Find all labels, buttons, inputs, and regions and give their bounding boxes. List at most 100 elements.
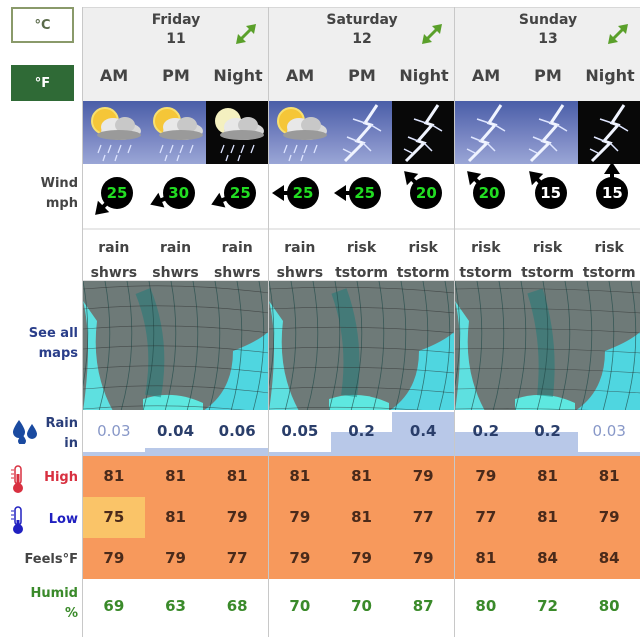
forecast-map-image <box>455 281 640 410</box>
rain-value: 0.06 <box>218 422 256 440</box>
wind-cell: 25 <box>269 164 331 228</box>
rain-cell: 0.2 <box>330 410 393 456</box>
expand-day-icon[interactable] <box>234 22 258 46</box>
wind-speed-badge: 20 <box>473 177 505 209</box>
rain-label-text: Rain <box>45 416 79 431</box>
rain-row: 0.03 0.04 0.06 <box>83 410 269 456</box>
humid-label: Humid % <box>31 584 78 624</box>
condition-line1: risk <box>346 240 377 256</box>
day-column: Sunday 13 AM PM Night 20 15 15 risk tstorm risk tst… <box>454 7 640 637</box>
humidity-row: 70 70 87 <box>269 579 454 635</box>
rain-amount-bar <box>206 448 269 456</box>
wind-cell: 15 <box>517 164 579 228</box>
rain-value: 0.2 <box>348 422 375 440</box>
forecast-map[interactable] <box>269 280 454 410</box>
low-temp-value: 81 <box>351 508 372 526</box>
period-labels: AM PM Night <box>269 66 455 85</box>
condition-text: rain shwrs <box>206 230 268 281</box>
condition-text: rain shwrs <box>145 230 207 281</box>
low-temp-row: 75 81 79 <box>83 497 268 538</box>
low-temp-value: 79 <box>598 508 620 526</box>
lightning-icon <box>404 104 443 163</box>
wind-row: 25 25 20 <box>269 164 454 228</box>
wind-speed-badge: 15 <box>534 177 567 209</box>
period-label: Night <box>585 66 635 85</box>
wind-cell: 25 <box>83 164 145 228</box>
moon-cloud-rain-icon <box>215 108 265 162</box>
rain-amount-bar <box>269 452 331 456</box>
humidity-value: 70 <box>351 597 372 615</box>
wind-cell: 20 <box>392 164 454 228</box>
period-label: Night <box>399 66 449 85</box>
forecast-map[interactable] <box>455 280 640 410</box>
forecast-map-image <box>269 281 454 410</box>
feels-like-temp-value: 79 <box>289 549 311 567</box>
period-label: PM <box>534 66 562 85</box>
wind-cell: 25 <box>206 164 268 228</box>
condition-line1: risk <box>594 240 624 256</box>
low-temp-value: 79 <box>226 508 248 526</box>
humid-label-text: Humid <box>30 586 78 601</box>
rain-cell: 0.05 <box>269 410 331 456</box>
rain-value: 0.4 <box>409 422 437 440</box>
expand-day-icon[interactable] <box>420 22 444 46</box>
wind-cell: 30 <box>145 164 207 228</box>
feels-like-temp-value: 84 <box>537 549 558 567</box>
high-temp-value: 81 <box>226 467 248 485</box>
day-header: Saturday 12 AM PM Night <box>269 7 454 101</box>
lightning-icon <box>342 104 382 163</box>
conditions-row: rain shwrs rain shwrs rain shwrs <box>83 230 268 281</box>
humidity-value: 80 <box>475 597 497 615</box>
low-temp-row: 79 81 77 <box>269 497 454 538</box>
humidity-value: 68 <box>226 597 248 615</box>
feels-like-temp-value: 84 <box>598 549 620 567</box>
rain-cell: 0.4 <box>392 410 455 456</box>
lightning-icon <box>466 104 506 163</box>
weather-icon-cell <box>269 101 331 164</box>
thermometer-low-icon <box>11 506 23 534</box>
high-temp-value: 81 <box>537 467 558 485</box>
feels-like-temp-value: 77 <box>226 549 248 567</box>
feels-like-temp-value: 81 <box>475 549 497 567</box>
feels-like-temp-row: 79 79 79 <box>269 538 454 579</box>
rain-row: 0.05 0.2 0.4 <box>269 410 455 456</box>
weather-icons-row <box>455 101 640 164</box>
wind-label-text: Wind <box>40 176 78 191</box>
weather-icons-row <box>269 101 455 164</box>
wind-row: 20 15 15 <box>455 164 640 228</box>
period-label: PM <box>348 66 376 85</box>
condition-line1: rain <box>221 240 253 256</box>
period-label: Night <box>213 66 263 85</box>
rain-unit-text: in <box>64 436 78 451</box>
feels-like-temp-value: 79 <box>351 549 372 567</box>
sun-cloud-rain-icon <box>152 107 203 162</box>
weather-icon-cell <box>144 101 207 164</box>
humidity-row: 69 63 68 <box>83 579 268 635</box>
feels-like-temp-row: 81 84 84 <box>455 538 640 579</box>
humidity-value: 72 <box>537 597 558 615</box>
humidity-row: 80 72 80 <box>455 579 640 635</box>
condition-line1: rain <box>98 240 130 256</box>
wind-label: Wind mph <box>41 174 78 214</box>
rain-value: 0.04 <box>157 422 195 440</box>
wind-cell: 15 <box>578 164 640 228</box>
rain-label: Rain in <box>46 414 79 454</box>
rain-cell: 0.03 <box>578 410 640 456</box>
high-temp-row: 81 81 79 <box>269 456 454 497</box>
expand-day-icon[interactable] <box>606 22 630 46</box>
weather-icon-cell <box>455 101 517 164</box>
maps-link-line2: maps <box>38 346 78 361</box>
rain-cell: 0.2 <box>455 410 517 456</box>
sun-cloud-rain-icon <box>91 107 141 162</box>
wind-speed-badge: 25 <box>348 177 381 209</box>
see-all-maps-link[interactable]: See all maps <box>29 324 78 364</box>
low-temp-value: 79 <box>289 508 311 526</box>
rain-value: 0.05 <box>281 422 319 440</box>
condition-line1: rain <box>284 240 316 256</box>
lightning-icon <box>528 104 568 163</box>
weather-icon-cell <box>330 101 393 164</box>
period-label: AM <box>285 66 315 85</box>
humidity-value: 70 <box>289 597 311 615</box>
high-temp-value: 81 <box>289 467 311 485</box>
forecast-map[interactable] <box>83 280 268 410</box>
